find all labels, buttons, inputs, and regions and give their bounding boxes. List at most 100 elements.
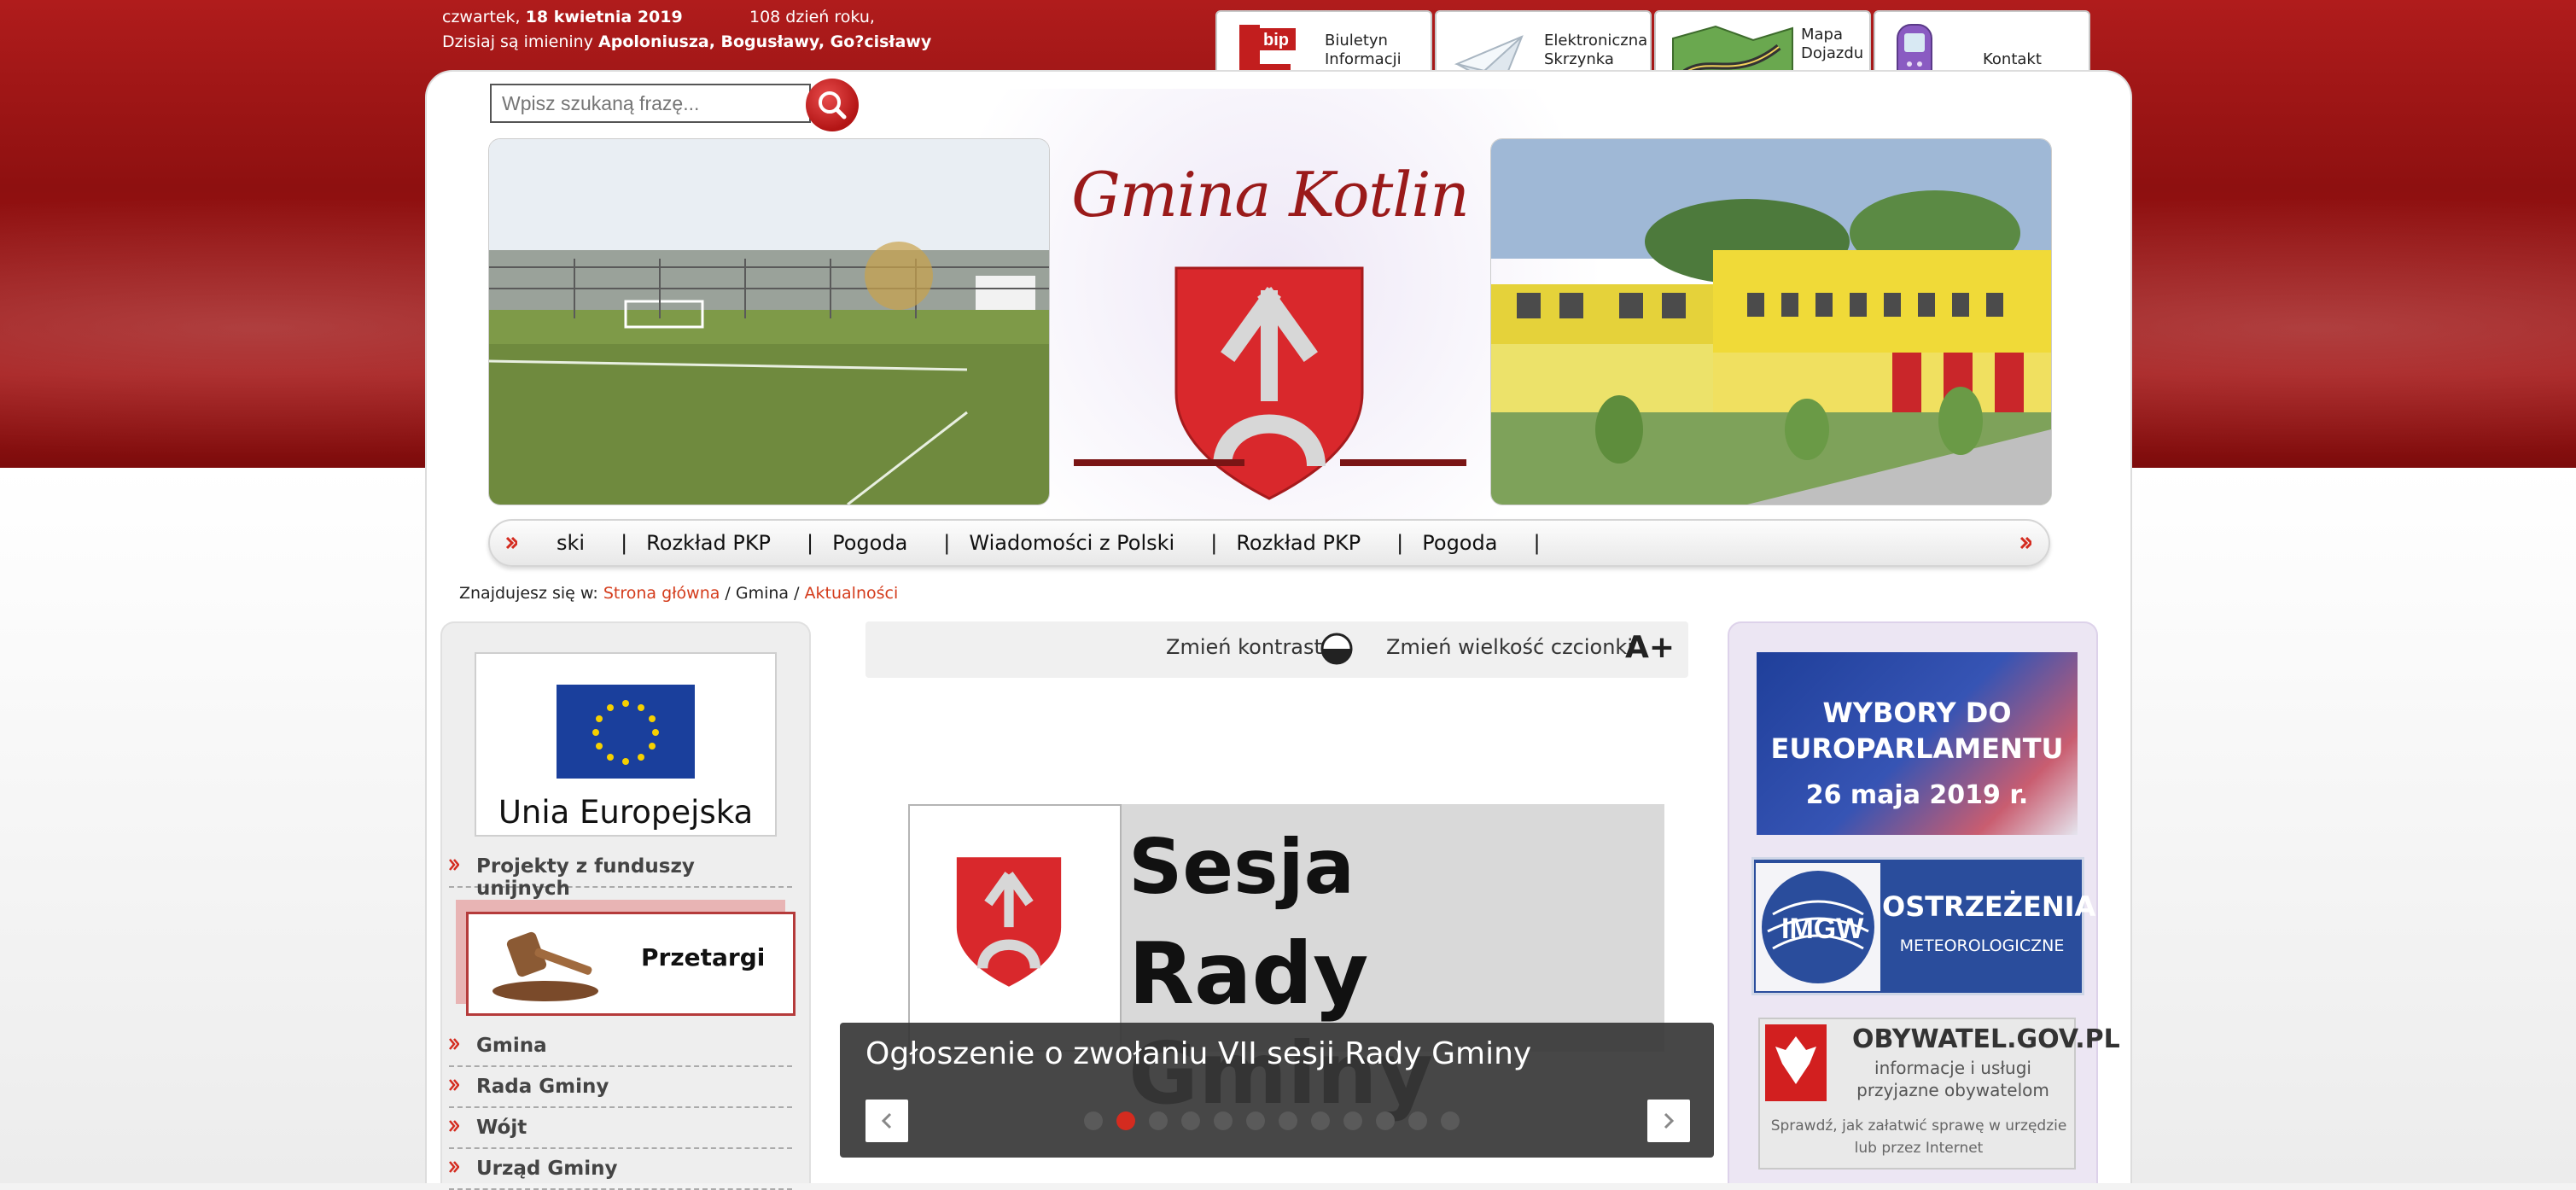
slider-dot[interactable]: [1408, 1111, 1427, 1130]
tenders-banner-card: Przetargi: [466, 912, 796, 1016]
tenders-label: Przetargi: [641, 943, 766, 971]
contrast-button[interactable]: Zmień kontrast: [1166, 635, 1322, 659]
nameday-names: Apoloniusza, Bogusławy, Go?cisławy: [598, 32, 932, 51]
breadcrumb-gmina: Gmina: [735, 584, 790, 603]
ticker-left-arrow-icon[interactable]: [505, 536, 520, 550]
breadcrumb-separator: /: [720, 584, 736, 603]
header-photo-sports-field: [488, 138, 1050, 505]
sidebar-item-label: Wójt: [476, 1117, 527, 1139]
ticker-separator: |: [943, 531, 951, 555]
sidebar-item-label: Gmina: [476, 1035, 547, 1057]
sidebar-item-label: Rada Gminy: [476, 1076, 609, 1098]
chevron-right-icon: [1664, 1112, 1675, 1129]
current-date: 18 kwietnia 2019: [525, 8, 683, 26]
search-icon: [819, 91, 847, 120]
ticker-separator: |: [807, 531, 814, 555]
accessibility-bar: Zmień kontrast Zmień wielkość czcionki A…: [865, 621, 1688, 678]
bullet-arrow-icon: [449, 1120, 459, 1132]
slider-dot[interactable]: [1084, 1111, 1103, 1130]
tenders-banner[interactable]: Przetargi: [456, 900, 797, 1016]
sidebar-item-label: Projekty z funduszy unijnych: [476, 855, 695, 900]
sidebar-item-gmina[interactable]: Gmina: [449, 1030, 792, 1067]
search-input[interactable]: [490, 84, 811, 123]
european-elections-title: WYBORY DO EUROPARLAMENTU: [1770, 697, 2064, 765]
chevron-left-icon: [881, 1112, 892, 1129]
site-title: Gmina Kotlin: [1071, 159, 1470, 230]
slider-dot[interactable]: [1376, 1111, 1395, 1130]
contrast-icon[interactable]: [1320, 632, 1354, 666]
ticker-separator: |: [1210, 531, 1218, 555]
slider-dot[interactable]: [1149, 1111, 1168, 1130]
european-elections-banner[interactable]: WYBORY DO EUROPARLAMENTU 26 maja 2019 r.: [1757, 652, 2078, 835]
ticker-separator: |: [1396, 531, 1404, 555]
slider-dot[interactable]: [1343, 1111, 1362, 1130]
sidebar-item-wojt[interactable]: Wójt: [449, 1111, 792, 1149]
slider-dots: [1084, 1111, 1473, 1130]
breadcrumb-home-link[interactable]: Strona główna: [603, 584, 720, 603]
news-ticker: ski | Rozkład PKP | Pogoda | Wiadomości …: [488, 519, 2050, 567]
sidebar-item-label: Urząd Gminy: [476, 1158, 618, 1180]
european-elections-date: 26 maja 2019 r.: [1805, 780, 2029, 810]
bip-logo-text: bip: [1263, 31, 1289, 50]
imgw-logo-text: IMGW: [1781, 913, 1864, 945]
decorative-line-right: [1340, 459, 1466, 466]
ticker-item[interactable]: Rozkład PKP: [1236, 531, 1361, 555]
ticker-item[interactable]: Rozkład PKP: [646, 531, 771, 555]
sidebar-item-rada-gminy[interactable]: Rada Gminy: [449, 1070, 792, 1108]
breadcrumb-current-link[interactable]: Aktualności: [805, 584, 899, 603]
slide-title-line1: Sesja: [1128, 823, 1355, 911]
header-photo-school: [1490, 138, 2052, 505]
font-size-icon[interactable]: A+: [1625, 630, 1680, 668]
bullet-arrow-icon: [449, 1161, 459, 1173]
ticker-item[interactable]: ski: [557, 531, 585, 555]
slider-prev-button[interactable]: [865, 1100, 908, 1142]
ticker-item[interactable]: Pogoda: [832, 531, 907, 555]
map-label: Mapa Dojazdu: [1801, 26, 1864, 62]
sidebar-item-eu-projects[interactable]: Projekty z funduszy unijnych: [449, 850, 792, 900]
font-size-button[interactable]: Zmień wielkość czcionki: [1386, 635, 1633, 659]
imgw-subtitle: METEOROLOGICZNE: [1899, 936, 2065, 955]
coat-of-arms-icon: [956, 857, 1062, 987]
gavel-icon: [492, 931, 598, 1001]
eu-banner[interactable]: Unia Europejska: [475, 652, 777, 837]
slider-dot[interactable]: [1246, 1111, 1265, 1130]
ticker-items: ski | Rozkład PKP | Pogoda | Wiadomości …: [557, 521, 1559, 565]
bullet-arrow-icon: [449, 1079, 459, 1091]
eu-label: Unia Europejska: [498, 794, 754, 831]
slider-dot[interactable]: [1441, 1111, 1460, 1130]
date-prefix: czwartek,: [442, 8, 526, 26]
search-button[interactable]: [806, 79, 859, 131]
news-slide[interactable]: Sesja Rady Gminy: [908, 804, 1664, 1123]
obywatel-subtitle: informacje i usługi przyjazne obywatelom: [1856, 1058, 2049, 1100]
slider-dot[interactable]: [1279, 1111, 1297, 1130]
nameday-prefix: Dzisiaj są imieniny: [442, 32, 599, 51]
imgw-logo-icon: IMGW: [1756, 863, 1880, 991]
imgw-title: OSTRZEŻENIA: [1882, 890, 2096, 923]
imgw-warnings-banner[interactable]: IMGW OSTRZEŻENIA METEOROLOGICZNE: [1751, 857, 2096, 995]
day-number: 108 dzień roku,: [749, 8, 875, 26]
bullet-arrow-icon: [449, 1038, 459, 1050]
ticker-item[interactable]: Pogoda: [1422, 531, 1497, 555]
breadcrumb-prefix: Znajdujesz się w:: [459, 584, 603, 603]
ticker-right-arrow-icon[interactable]: [2019, 536, 2034, 550]
bullet-arrow-icon: [449, 859, 459, 871]
obywatel-banner[interactable]: OBYWATEL.GOV.PL informacje i usługi przy…: [1758, 1018, 2120, 1170]
breadcrumb-separator: /: [789, 584, 805, 603]
slider-dot[interactable]: [1214, 1111, 1233, 1130]
contact-label: Kontakt: [1983, 50, 2042, 68]
obywatel-note: Sprawdź, jak załatwić sprawę w urzędzie …: [1770, 1117, 2067, 1157]
sidebar-item-urzad-gminy[interactable]: Urząd Gminy: [449, 1152, 792, 1190]
slider-dot[interactable]: [1311, 1111, 1330, 1130]
ticker-separator: |: [1533, 531, 1541, 555]
polish-eagle-icon: [1765, 1024, 1827, 1101]
ticker-item[interactable]: Wiadomości z Polski: [969, 531, 1174, 555]
breadcrumb: Znajdujesz się w: Strona główna / Gmina …: [459, 584, 898, 603]
eu-flag-icon: [557, 685, 695, 779]
slider-dot[interactable]: [1116, 1111, 1135, 1130]
slider-dot[interactable]: [1181, 1111, 1200, 1130]
slide-caption-text[interactable]: Ogłoszenie o zwołaniu VII sesji Rady Gmi…: [865, 1036, 1531, 1071]
slide-caption: Ogłoszenie o zwołaniu VII sesji Rady Gmi…: [840, 1023, 1714, 1158]
decorative-line-left: [1074, 459, 1244, 466]
ticker-separator: |: [621, 531, 628, 555]
slider-next-button[interactable]: [1647, 1100, 1690, 1142]
